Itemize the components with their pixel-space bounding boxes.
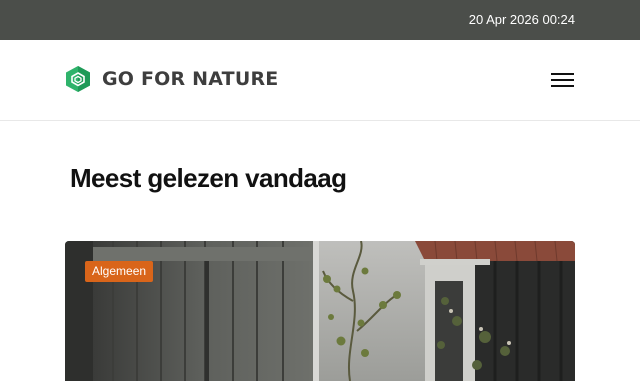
current-datetime: 20 Apr 2026 00:24 bbox=[468, 12, 575, 27]
top-bar: 20 Apr 2026 00:24 bbox=[0, 0, 640, 40]
brand-name: GO FOR NATURE bbox=[102, 68, 279, 90]
menu-line bbox=[551, 85, 574, 87]
menu-line bbox=[551, 73, 574, 75]
site-logo[interactable]: GO FOR NATURE bbox=[65, 65, 278, 93]
featured-article-card[interactable]: Algemeen bbox=[65, 241, 575, 381]
hexagon-leaf-logo-icon bbox=[66, 66, 90, 92]
menu-line bbox=[551, 79, 574, 81]
site-header: GO FOR NATURE bbox=[0, 40, 640, 121]
hamburger-menu-icon[interactable] bbox=[551, 71, 575, 89]
section-title: Meest gelezen vandaag bbox=[70, 163, 347, 193]
category-badge[interactable]: Algemeen bbox=[85, 261, 154, 282]
